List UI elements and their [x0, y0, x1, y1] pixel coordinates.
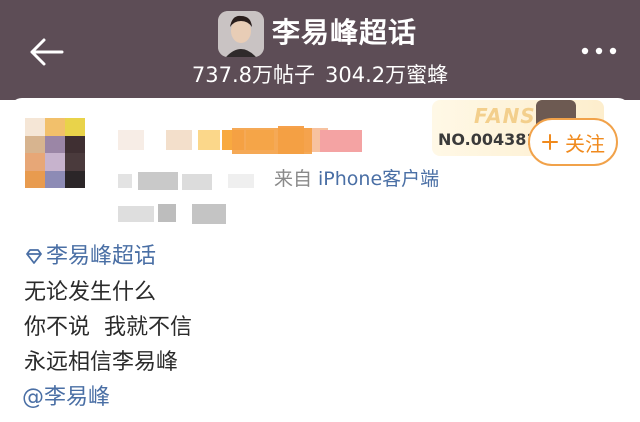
fans-badge-number: NO.004381: [438, 130, 538, 149]
source-label: 来自: [274, 168, 313, 190]
poster-badge-redacted: [320, 126, 362, 154]
post-extra-redacted: [118, 204, 228, 224]
page-title: 李易峰超话: [272, 16, 418, 49]
post-time-redacted: [118, 170, 268, 190]
post-text-line-2: 你不说 我就不信: [24, 315, 192, 340]
topic-link[interactable]: 李易峰超话: [24, 242, 156, 272]
post-source: 来自 iPhone客户端: [274, 166, 439, 192]
plus-icon: [542, 134, 558, 150]
diamond-topic-icon: [26, 249, 42, 264]
more-button[interactable]: [576, 38, 622, 64]
header-bar: 李易峰超话 737.8万帖子 304.2万蜜蜂: [0, 0, 640, 100]
topic-name: 李易峰超话: [46, 244, 157, 269]
topic-avatar[interactable]: [218, 11, 264, 57]
poster-avatar[interactable]: [25, 118, 85, 188]
mention-link[interactable]: @李易峰: [22, 383, 110, 413]
fan-count: 304.2万蜜蜂: [325, 63, 449, 87]
follow-label: 关注: [565, 131, 605, 156]
post-text-line-3: 永远相信李易峰: [24, 350, 179, 375]
source-device-link[interactable]: iPhone客户端: [318, 168, 439, 190]
post-text-line-1: 无论发生什么: [24, 280, 157, 305]
more-icon: [581, 47, 617, 55]
post-count: 737.8万帖子: [191, 63, 315, 87]
follow-button[interactable]: 关注: [528, 118, 618, 166]
topic-stats: 737.8万帖子 304.2万蜜蜂: [0, 61, 640, 89]
fans-badge-word: FANS: [474, 104, 536, 128]
poster-level-redacted: [232, 126, 312, 154]
